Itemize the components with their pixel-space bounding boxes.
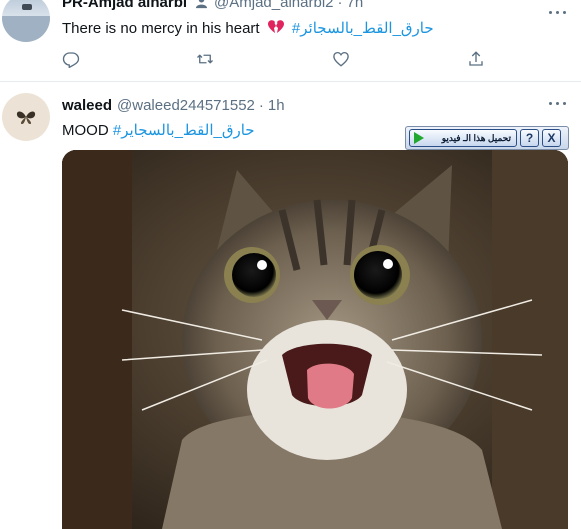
avatar-boat — [22, 4, 32, 10]
avatar[interactable] — [2, 0, 50, 42]
retweet-icon — [197, 54, 213, 64]
tweet-actions — [62, 50, 492, 70]
like-icon — [333, 51, 349, 67]
play-icon — [414, 132, 424, 144]
help-button[interactable]: ? — [520, 129, 539, 147]
separator: · — [337, 0, 343, 11]
tweet-body: There is no mercy in his heart — [62, 20, 260, 37]
share-button[interactable] — [467, 50, 487, 70]
more-options-button[interactable] — [549, 6, 569, 18]
account-icon — [195, 0, 208, 9]
tweet-body: MOOD — [62, 122, 109, 139]
download-video-button[interactable]: تحميل هذا الـ فيديو — [409, 129, 517, 147]
retweet-button[interactable] — [196, 50, 216, 70]
timestamp[interactable]: 1h — [268, 97, 285, 114]
tweet-text: There is no mercy in his heart #حارق_الق… — [62, 19, 434, 37]
tweet-text: MOOD #حارق_القط_بالسجاير — [62, 121, 255, 139]
author-name[interactable]: PR-Amjad alharbi — [62, 0, 187, 11]
tweet-item[interactable]: PR-Amjad alharbi @Amjad_alharbi2 · 7h Th… — [0, 0, 581, 82]
avatar-water — [2, 16, 50, 42]
close-button[interactable]: X — [542, 129, 561, 147]
author-handle[interactable]: @waleed244571552 — [117, 97, 255, 114]
separator: · — [258, 97, 264, 114]
reply-button[interactable] — [62, 50, 82, 70]
hashtag-link[interactable]: #حارق_القط_بالسجائر — [292, 20, 434, 37]
tweet-media-photo[interactable] — [62, 150, 568, 529]
author-handle[interactable]: @Amjad_alharbi2 — [214, 0, 333, 11]
avatar[interactable] — [2, 93, 50, 141]
download-video-label: تحميل هذا الـ فيديو — [441, 132, 511, 143]
reply-icon — [62, 52, 80, 69]
broken-heart-icon — [267, 20, 284, 33]
video-download-toolbar: تحميل هذا الـ فيديو ? X — [405, 126, 569, 150]
share-icon — [469, 51, 483, 66]
tweet-header: PR-Amjad alharbi @Amjad_alharbi2 · 7h — [62, 0, 363, 11]
like-button[interactable] — [332, 50, 352, 70]
timestamp[interactable]: 7h — [347, 0, 364, 11]
more-options-button[interactable] — [549, 97, 569, 109]
author-name[interactable]: waleed — [62, 97, 112, 114]
tweet-header: waleed @waleed244571552 · 1h — [62, 97, 285, 114]
hashtag-link[interactable]: #حارق_القط_بالسجاير — [113, 122, 255, 139]
butterfly-icon — [16, 111, 36, 124]
cat-photo — [62, 150, 568, 529]
